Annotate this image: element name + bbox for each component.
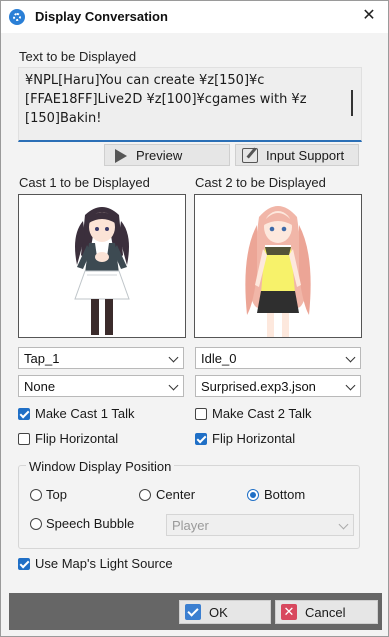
dialog-window: Display Conversation ✕ Text to be Displa… (0, 0, 389, 637)
cast1-motion-value: Tap_1 (24, 351, 60, 366)
text-section-label: Text to be Displayed (19, 49, 137, 64)
close-icon: ✕ (281, 604, 297, 620)
window-title: Display Conversation (35, 9, 168, 24)
preview-button[interactable]: Preview (104, 144, 230, 166)
cast1-portrait[interactable] (18, 194, 186, 338)
radio-speech-bubble[interactable] (30, 518, 42, 530)
cast2-expression-value: Surprised.exp3.json (201, 379, 316, 394)
radio-bottom[interactable] (247, 489, 259, 501)
ok-button[interactable]: OK (179, 600, 271, 624)
radio-bottom-label: Bottom (264, 487, 306, 502)
cast2-motion-value: Idle_0 (201, 351, 237, 366)
cast1-talk-label: Make Cast 1 Talk (35, 406, 135, 421)
cast2-talk-label: Make Cast 2 Talk (212, 406, 312, 421)
edit-icon (242, 148, 258, 163)
text-scrollbar[interactable] (351, 90, 353, 116)
chevron-down-icon (168, 352, 179, 363)
radio-center[interactable] (139, 489, 151, 501)
cast1-expression-value: None (24, 379, 56, 394)
check-icon (185, 604, 201, 620)
cancel-button[interactable]: ✕ Cancel (275, 600, 378, 624)
cast1-motion-select[interactable]: Tap_1 (18, 347, 184, 369)
cancel-label: Cancel (305, 605, 346, 620)
light-source-checkbox[interactable] (18, 558, 30, 570)
message-text-area[interactable]: ¥NPL[Haru]You can create ¥z[150]¥c [FFAE… (18, 67, 362, 142)
radio-center-label: Center (156, 487, 196, 502)
cast2-talk-checkbox[interactable] (195, 408, 207, 420)
cast2-character-image (245, 206, 311, 337)
cast2-label: Cast 2 to be Displayed (195, 175, 326, 190)
cast1-character-image (74, 207, 130, 335)
bubble-target-select: Player (166, 514, 354, 536)
position-group-title: Window Display Position (26, 459, 175, 474)
message-line: ¥NPL[Haru]You can create ¥z[150]¥c (25, 73, 265, 88)
cast2-portrait[interactable] (194, 194, 362, 338)
cast1-expression-select[interactable]: None (18, 375, 184, 397)
close-button[interactable]: ✕ (360, 7, 378, 25)
ok-label: OK (209, 605, 228, 620)
cast1-flip-checkbox[interactable] (18, 433, 30, 445)
cast2-motion-select[interactable]: Idle_0 (195, 347, 361, 369)
chevron-down-icon (345, 352, 356, 363)
chevron-down-icon (168, 380, 179, 391)
bubble-target-value: Player (172, 518, 209, 533)
cast2-flip-checkbox[interactable] (195, 433, 207, 445)
radio-speech-bubble-label: Speech Bubble (46, 516, 135, 531)
title-bar: Display Conversation ✕ (1, 1, 388, 33)
gear-icon (9, 9, 25, 25)
light-source-label: Use Map's Light Source (35, 556, 173, 571)
play-icon (115, 149, 127, 163)
input-support-label: Input Support (266, 148, 345, 163)
cast2-expression-select[interactable]: Surprised.exp3.json (195, 375, 361, 397)
chevron-down-icon (338, 519, 349, 530)
radio-top[interactable] (30, 489, 42, 501)
position-group (18, 465, 360, 549)
cast1-label: Cast 1 to be Displayed (19, 175, 150, 190)
input-support-button[interactable]: Input Support (235, 144, 359, 166)
chevron-down-icon (345, 380, 356, 391)
preview-label: Preview (136, 148, 183, 163)
cast2-flip-label: Flip Horizontal (212, 431, 296, 446)
radio-top-label: Top (46, 487, 67, 502)
message-line: [150]Bakin! (25, 111, 102, 126)
cast1-flip-label: Flip Horizontal (35, 431, 119, 446)
cast1-talk-checkbox[interactable] (18, 408, 30, 420)
message-line: [FFAE18FF]Live2D ¥z[100]¥cgames with ¥z (25, 92, 307, 107)
